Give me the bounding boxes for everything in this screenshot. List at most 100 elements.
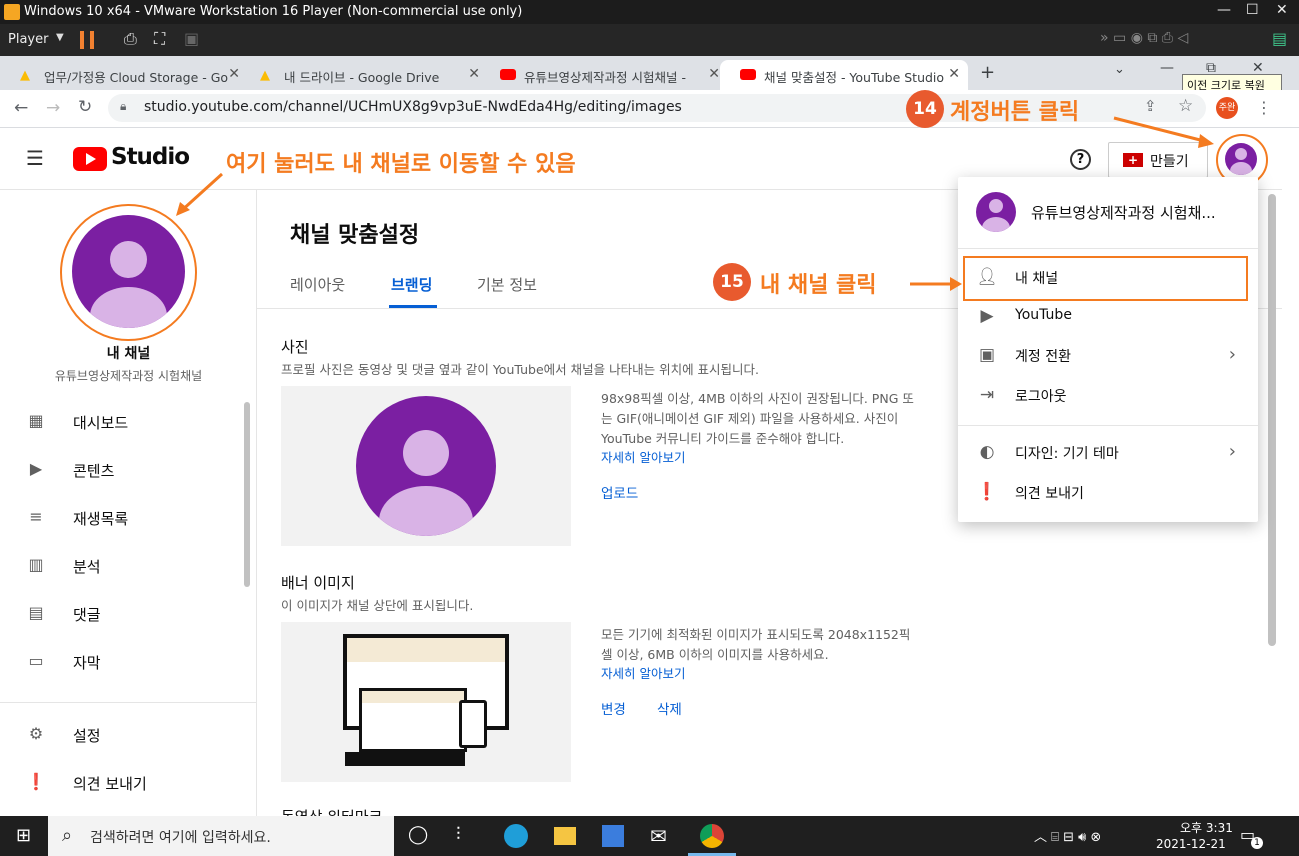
analytics-icon: ▥: [28, 555, 44, 574]
banner-change-button[interactable]: 변경: [601, 698, 626, 718]
menu-label: YouTube: [1015, 307, 1072, 323]
browser-tab-bar: ▲ 업무/가정용 Cloud Storage - Go ✕ ▲ 내 드라이브 -…: [0, 56, 1299, 92]
help-icon[interactable]: ?: [1070, 149, 1091, 170]
sidebar-item-comments[interactable]: ▤ 댓글: [0, 591, 250, 635]
back-icon[interactable]: ←: [14, 98, 28, 118]
studio-logo-text[interactable]: Studio: [111, 144, 190, 170]
notification-count: 1: [1251, 837, 1263, 849]
menu-divider: [958, 425, 1258, 426]
nav-label: 콘텐츠: [73, 462, 115, 480]
sidebar-scrollbar[interactable]: [244, 402, 250, 587]
tab-basic-info[interactable]: 기본 정보: [477, 274, 537, 295]
channel-name: 유튜브영상제작과정 시험채널: [54, 369, 203, 383]
menu-avatar: [976, 192, 1016, 232]
task-view-icon[interactable]: ◯: [408, 824, 428, 845]
dashboard-icon: ▦: [28, 411, 44, 430]
more-menu-icon[interactable]: ⋮: [1256, 98, 1272, 117]
menu-item-sign-out[interactable]: ⇥ 로그아웃: [958, 375, 1258, 415]
menu-item-theme[interactable]: ◐ 디자인: 기기 테마 ›: [958, 432, 1258, 472]
window-title: Windows 10 x64 - VMware Workstation 16 P…: [24, 4, 523, 19]
banner-learn-more-link[interactable]: 자세히 알아보기: [601, 663, 685, 682]
step-14-label: 계정버튼 클릭: [950, 100, 1080, 125]
close-icon[interactable]: ✕: [708, 66, 720, 82]
gear-icon: ⚙: [28, 724, 44, 743]
chevron-down-icon[interactable]: ▼: [56, 32, 64, 43]
banner-info-line1: 모든 기기에 최적화된 이미지가 표시되도록 2048x1152픽: [601, 627, 911, 642]
sidebar-item-dashboard[interactable]: ▦ 대시보드: [0, 399, 250, 443]
step-15-label: 내 채널 클릭: [760, 273, 877, 298]
tab-branding[interactable]: 브랜딩: [391, 274, 432, 295]
clock-time[interactable]: 오후 3:31: [1180, 819, 1233, 836]
nav-label: 분석: [73, 558, 101, 576]
close-button[interactable]: ✕: [1276, 2, 1288, 18]
channel-avatar[interactable]: [72, 215, 185, 328]
sign-out-icon: ⇥: [979, 385, 995, 405]
tab-youtube-studio[interactable]: 채널 맞춤설정 - YouTube Studio ✕: [720, 60, 968, 90]
file-explorer-icon[interactable]: [554, 827, 576, 845]
new-tab-button[interactable]: +: [980, 62, 995, 83]
edge-icon[interactable]: [504, 824, 528, 848]
nav-label: 댓글: [73, 606, 101, 624]
photo-info-line1: 98x98픽셀 이상, 4MB 이하의 사진이 권장됩니다. PNG 또: [601, 391, 914, 406]
tab-label: 유튜브영상제작과정 시험채널 -: [524, 70, 686, 85]
send-keys-icon[interactable]: ⎙: [124, 29, 137, 49]
mail-icon[interactable]: ✉: [650, 824, 667, 848]
tab-layout[interactable]: 레이아웃: [290, 274, 345, 295]
nav-label: 자막: [73, 654, 101, 672]
player-menu[interactable]: Player: [8, 32, 48, 47]
fullscreen-icon[interactable]: ⛶: [154, 29, 165, 49]
widgets-icon[interactable]: ⫶: [456, 824, 461, 845]
youtube-logo-icon[interactable]: [73, 147, 107, 171]
tab-cloud-storage[interactable]: ▲ 업무/가정용 Cloud Storage - Go ✕: [0, 60, 248, 90]
tab-search-button[interactable]: ⌄: [1114, 62, 1125, 77]
sidebar-item-settings[interactable]: ⚙ 설정: [0, 712, 250, 756]
sidebar-item-subtitles[interactable]: ▭ 자막: [0, 639, 250, 683]
sidebar: 내 채널 유튜브영상제작과정 시험채널 ▦ 대시보드 ▶ 콘텐츠 ≡ 재생목록 …: [0, 190, 257, 816]
tab-youtube-channel[interactable]: 유튜브영상제작과정 시험채널 - ✕: [480, 60, 728, 90]
menu-item-youtube[interactable]: ▶ YouTube: [958, 296, 1258, 336]
switch-account-icon: ▣: [978, 345, 996, 365]
upload-button[interactable]: 업로드: [601, 482, 638, 502]
sidebar-item-playlists[interactable]: ≡ 재생목록: [0, 495, 250, 539]
close-icon[interactable]: ✕: [228, 66, 240, 82]
menu-channel-name: 유튜브영상제작과정 시험채...: [1031, 204, 1216, 222]
devices-icon[interactable]: » ▭ ◉ ⧉ ⎙ ◁: [1100, 30, 1188, 46]
nav-label: 대시보드: [73, 414, 129, 432]
nav-label: 의견 보내기: [73, 775, 147, 793]
unity-icon[interactable]: ▣: [184, 29, 199, 48]
taskbar-search-box[interactable]: ⌕ 검색하려면 여기에 입력하세요.: [48, 816, 394, 856]
reload-icon[interactable]: ↻: [78, 97, 92, 117]
store-icon[interactable]: [602, 825, 624, 847]
banner-delete-button[interactable]: 삭제: [657, 698, 682, 718]
hamburger-menu-icon[interactable]: ☰: [26, 146, 44, 170]
clock-date[interactable]: 2021-12-21: [1156, 837, 1226, 851]
menu-label: 디자인: 기기 테마: [1015, 446, 1119, 462]
playlist-icon: ≡: [29, 507, 43, 526]
youtube-icon: [740, 69, 756, 80]
minimize-button[interactable]: —: [1217, 2, 1231, 18]
banner-description: 이 이미지가 채널 상단에 표시됩니다.: [281, 598, 474, 613]
system-tray-icons[interactable]: ︿ ⌸ ⊟ 🔊︎ ⊗: [1034, 826, 1101, 845]
menu-item-switch-account[interactable]: ▣ 계정 전환 ›: [958, 335, 1258, 375]
forward-icon[interactable]: →: [46, 98, 60, 118]
pause-icon[interactable]: [80, 31, 94, 49]
tab-google-drive[interactable]: ▲ 내 드라이브 - Google Drive ✕: [240, 60, 488, 90]
menu-label: 로그아웃: [1015, 389, 1067, 405]
window-minimize-button[interactable]: —: [1160, 60, 1174, 76]
sidebar-item-analytics[interactable]: ▥ 분석: [0, 543, 250, 587]
channel-title[interactable]: 내 채널: [0, 343, 257, 363]
main-scrollbar[interactable]: [1268, 194, 1276, 646]
message-log-icon[interactable]: ▤: [1272, 29, 1287, 48]
url-text: studio.youtube.com/channel/UCHmUX8g9vp3u…: [144, 99, 682, 115]
photo-learn-more-link[interactable]: 자세히 알아보기: [601, 447, 685, 466]
sidebar-item-feedback[interactable]: ❗ 의견 보내기: [0, 760, 250, 804]
windows-start-icon[interactable]: ⊞: [16, 825, 31, 846]
maximize-button[interactable]: ☐: [1246, 2, 1259, 18]
nav-label: 재생목록: [73, 510, 129, 528]
sidebar-item-content[interactable]: ▶ 콘텐츠: [0, 447, 250, 491]
close-icon[interactable]: ✕: [948, 66, 960, 82]
menu-item-feedback[interactable]: ❗ 의견 보내기: [958, 472, 1258, 512]
chrome-icon[interactable]: [700, 824, 724, 848]
profile-photo-image: [356, 396, 496, 536]
close-icon[interactable]: ✕: [468, 66, 480, 82]
